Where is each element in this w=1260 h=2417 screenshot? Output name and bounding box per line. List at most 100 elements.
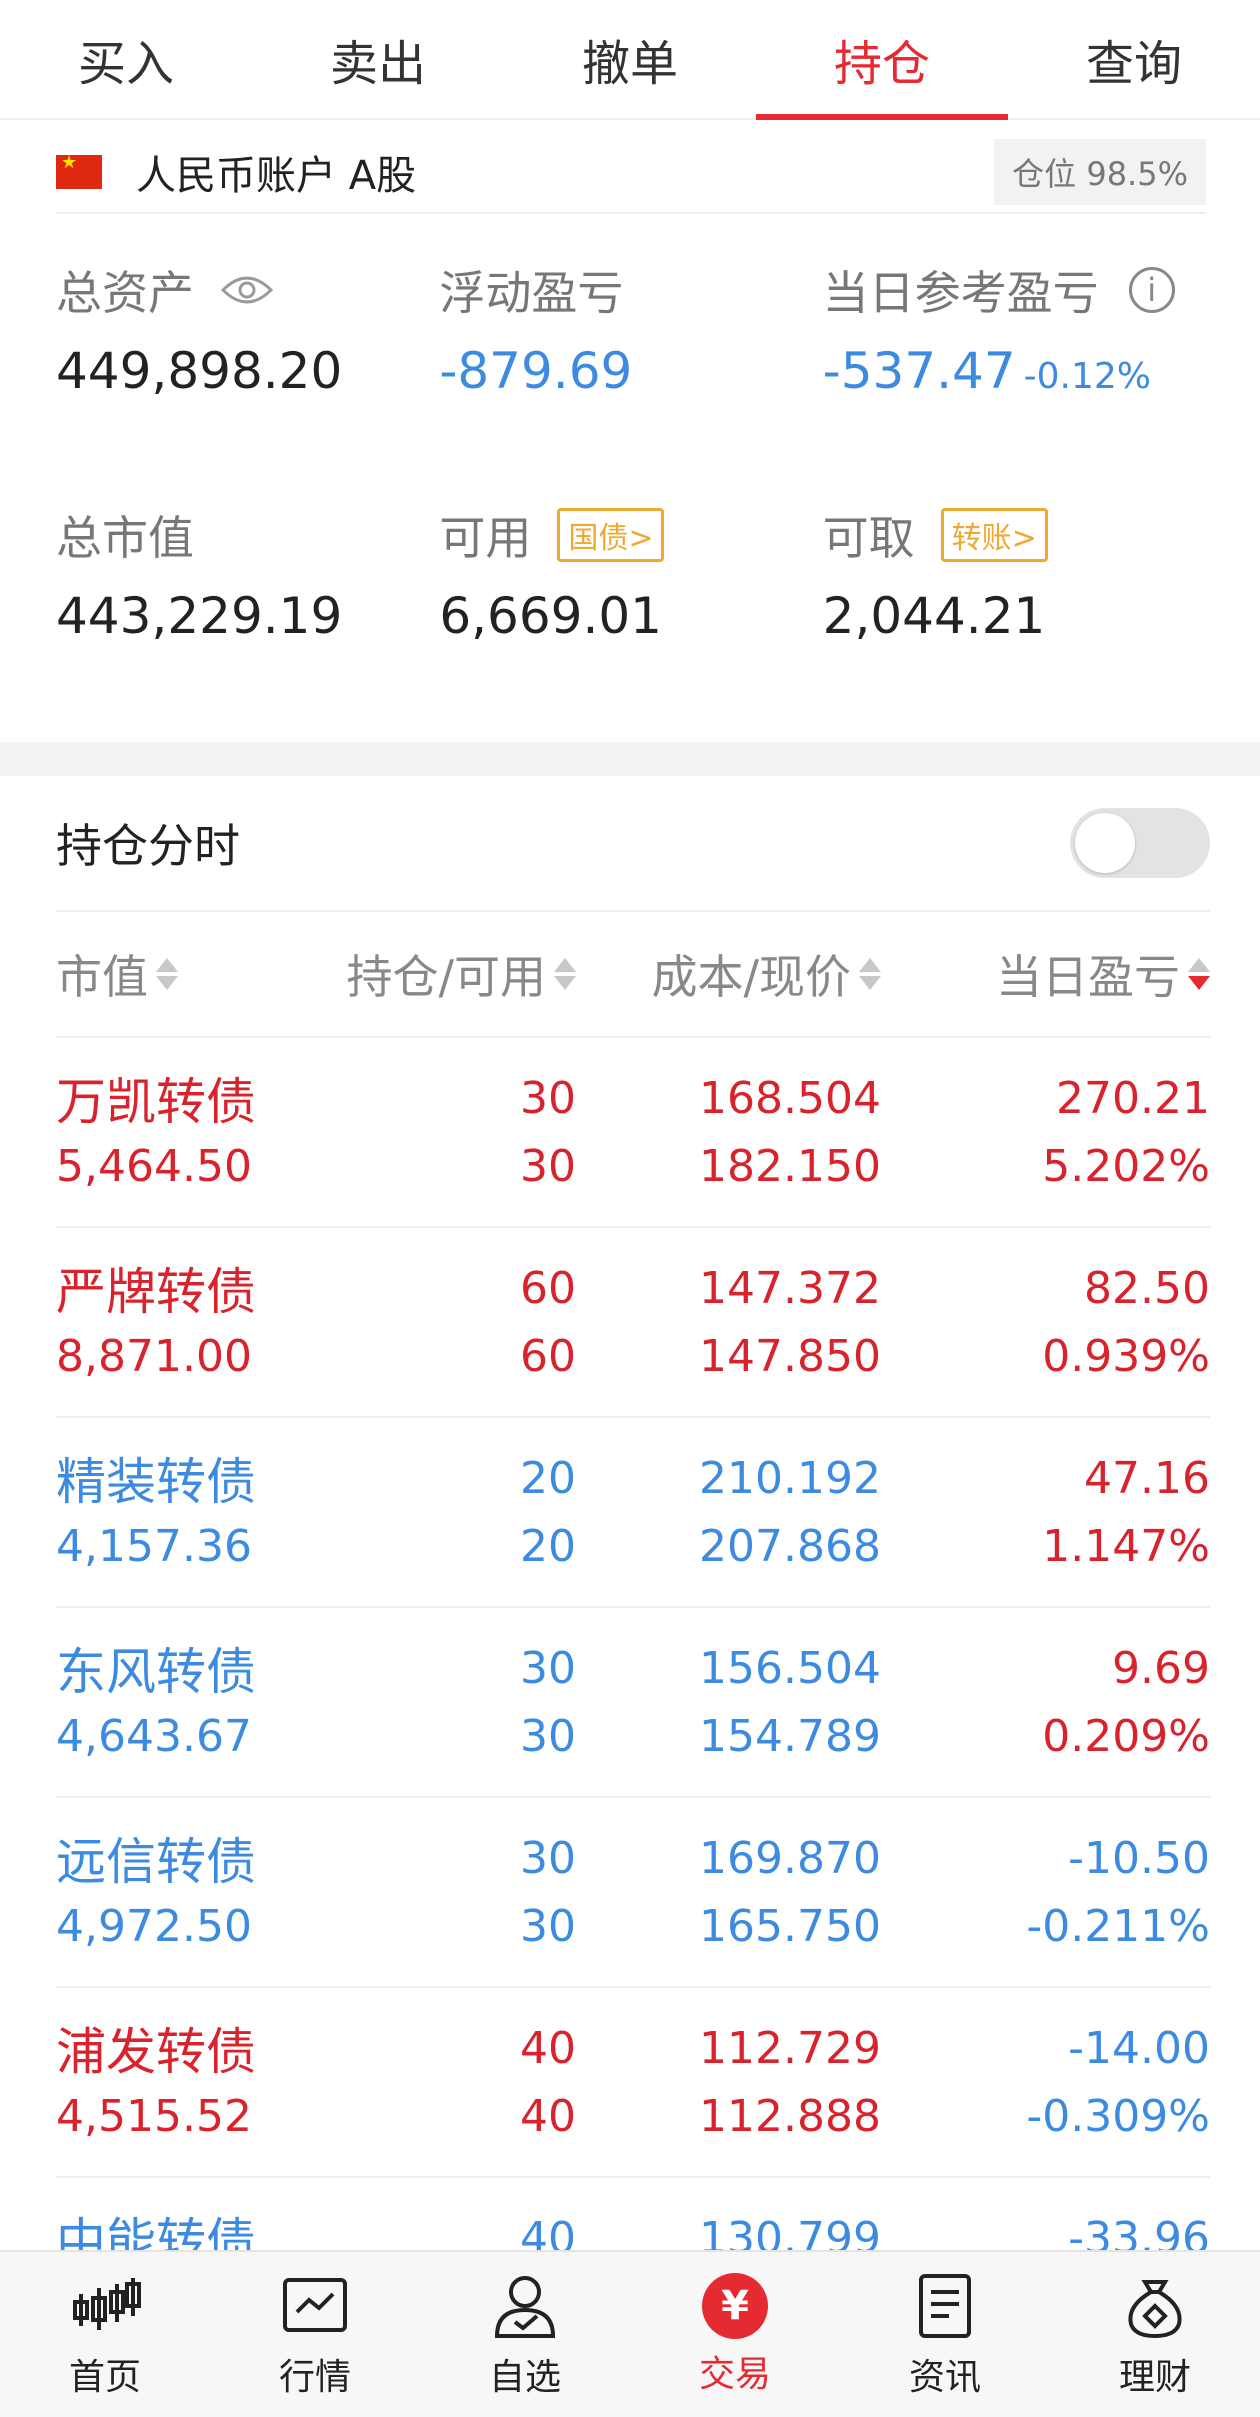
available-qty: 30 [520,1900,576,1952]
floating-pl: 浮动盈亏 -879.69 [439,260,822,505]
position-ratio-badge: 仓位 98.5% [994,139,1206,205]
position-qty: 40 [520,2022,576,2074]
total-assets-value: 449,898.20 [56,342,343,400]
nav-market[interactable]: 行情 [210,2252,420,2417]
tab-cancel[interactable]: 撤单 [504,0,756,118]
cost-price: 168.504 [699,1072,881,1124]
user-check-icon [494,2275,556,2338]
row-market-value: 4,515.52 [56,2090,252,2142]
holdings-table-header: 市值 持仓/可用 成本/现价 当日盈亏 [56,912,1210,1038]
info-icon[interactable]: i [1128,267,1175,313]
bond-name: 远信转债 [56,1833,256,1891]
nav-trade[interactable]: ¥ 交易 [630,2252,840,2417]
daily-pl: 当日参考盈亏 i -537.47 -0.12% [823,260,1206,505]
money-bag-icon [1128,2279,1182,2338]
nav-label: 首页 [68,2356,141,2398]
header-cost-price: 成本/现价 [651,950,852,1004]
sort-cost-price[interactable]: 成本/现价 [576,941,881,1007]
china-flag-icon [56,152,102,189]
sort-icon [859,958,881,990]
daily-pl-amount: 9.69 [1112,1642,1210,1694]
total-assets: 总资产 449,898.20 [56,260,439,505]
bond-name: 东风转债 [56,1643,256,1701]
row-market-value: 5,464.50 [56,1140,252,1192]
tab-sell[interactable]: 卖出 [252,0,504,118]
available-funds: 可用 国债> 6,669.01 [439,505,822,750]
current-price: 165.750 [699,1900,881,1952]
nav-watchlist[interactable]: 自选 [420,2252,630,2417]
available-label: 可用 [439,511,532,565]
daily-pl-percent: -0.12% [1023,356,1152,397]
daily-pl-percent: -0.211% [1026,1900,1210,1952]
cost-price: 156.504 [699,1642,881,1694]
daily-pl-value: -537.47 -0.12% [823,342,1206,400]
market-value: 总市值 443,229.19 [56,505,439,750]
tab-holdings[interactable]: 持仓 [756,0,1008,120]
nav-home[interactable]: 首页 [0,2252,210,2417]
holding-timeshare-toggle[interactable] [1070,808,1210,878]
table-row[interactable]: 东风转债 30 156.504 9.69 4,643.67 30 154.789… [56,1608,1210,1798]
position-qty: 30 [520,1832,576,1884]
cost-price: 112.729 [699,2022,881,2074]
account-bar[interactable]: 人民币账户 A股 仓位 98.5% [56,132,1206,214]
available-qty: 60 [520,1330,576,1382]
asset-summary: 总资产 449,898.20 浮动盈亏 -879.69 当日参考盈亏 i -53… [56,260,1206,750]
daily-pl-amount: 270.21 [1056,1072,1210,1124]
row-market-value: 4,643.67 [56,1710,252,1762]
tab-buy[interactable]: 买入 [0,0,252,118]
nav-label: 自选 [488,2356,561,2398]
table-row[interactable]: 浦发转债 40 112.729 -14.00 4,515.52 40 112.8… [56,1988,1210,2178]
bond-name: 精装转债 [56,1453,256,1511]
daily-pl-percent: 5.202% [1042,1140,1210,1192]
floating-pl-value: -879.69 [439,342,633,400]
daily-pl-percent: 0.939% [1042,1330,1210,1382]
table-row[interactable]: 严牌转债 60 147.372 82.50 8,871.00 60 147.85… [56,1228,1210,1418]
top-tabs: 买入 卖出 撤单 持仓 查询 [0,0,1260,120]
sort-icon [156,958,178,990]
daily-pl-amount: -10.50 [1068,1832,1210,1884]
section-divider [0,742,1260,776]
holding-timeshare-row: 持仓分时 [56,776,1210,912]
sort-market-value[interactable]: 市值 [56,941,336,1007]
header-market-value: 市值 [56,950,148,1004]
sort-icon [1188,958,1210,990]
cost-price: 169.870 [699,1832,881,1884]
row-market-value: 4,157.36 [56,1520,252,1572]
cost-price: 210.192 [699,1452,881,1504]
floating-pl-label: 浮动盈亏 [439,266,624,320]
nav-label: 理财 [1118,2356,1191,2398]
current-price: 154.789 [699,1710,881,1762]
position-qty: 30 [520,1642,576,1694]
current-price: 112.888 [699,2090,881,2142]
daily-pl-percent: 0.209% [1042,1710,1210,1762]
sort-icon [554,958,576,990]
holding-timeshare-label: 持仓分时 [56,819,240,873]
cost-price: 147.372 [699,1262,881,1314]
withdrawable-funds: 可取 转账> 2,044.21 [823,505,1206,750]
nav-wealth[interactable]: 理财 [1050,2252,1260,2417]
daily-pl-percent: 1.147% [1042,1520,1210,1572]
bond-name: 万凯转债 [56,1073,256,1131]
eye-icon[interactable] [220,272,274,308]
table-row[interactable]: 精装转债 20 210.192 47.16 4,157.36 20 207.86… [56,1418,1210,1608]
bond-name: 严牌转债 [56,1263,256,1321]
treasury-button[interactable]: 国债> [557,508,665,562]
available-qty: 30 [520,1710,576,1762]
withdrawable-label: 可取 [822,511,915,565]
market-value-value: 443,229.19 [56,587,343,645]
sort-daily-pl[interactable]: 当日盈亏 [881,941,1210,1007]
total-assets-label: 总资产 [56,266,194,320]
available-qty: 40 [520,2090,576,2142]
table-row[interactable]: 万凯转债 30 168.504 270.21 5,464.50 30 182.1… [56,1038,1210,1228]
header-position: 持仓/可用 [346,950,547,1004]
daily-pl-amount: 47.16 [1084,1452,1210,1504]
sort-position[interactable]: 持仓/可用 [336,941,576,1007]
tab-query[interactable]: 查询 [1008,0,1260,118]
nav-news[interactable]: 资讯 [840,2252,1050,2417]
transfer-button[interactable]: 转账> [940,508,1048,562]
position-qty: 30 [520,1072,576,1124]
position-qty: 20 [520,1452,576,1504]
current-price: 207.868 [699,1520,881,1572]
table-row[interactable]: 远信转债 30 169.870 -10.50 4,972.50 30 165.7… [56,1798,1210,1988]
row-market-value: 4,972.50 [56,1900,252,1952]
